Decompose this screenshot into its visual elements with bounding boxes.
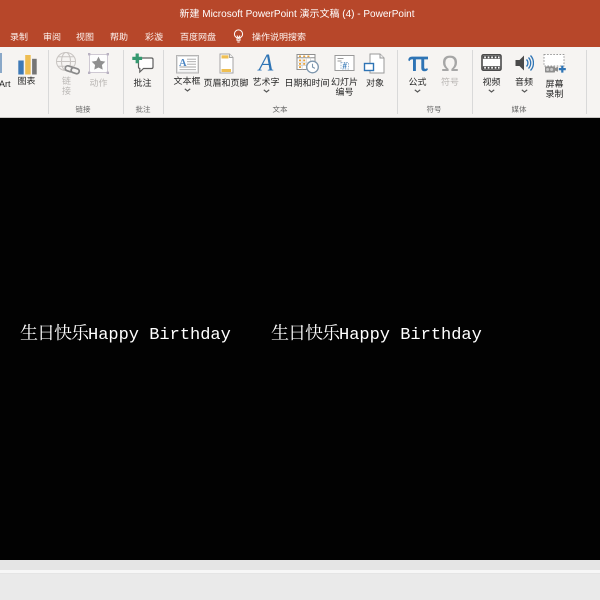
svg-text:A: A — [257, 53, 274, 73]
svg-text:#: # — [342, 62, 347, 71]
